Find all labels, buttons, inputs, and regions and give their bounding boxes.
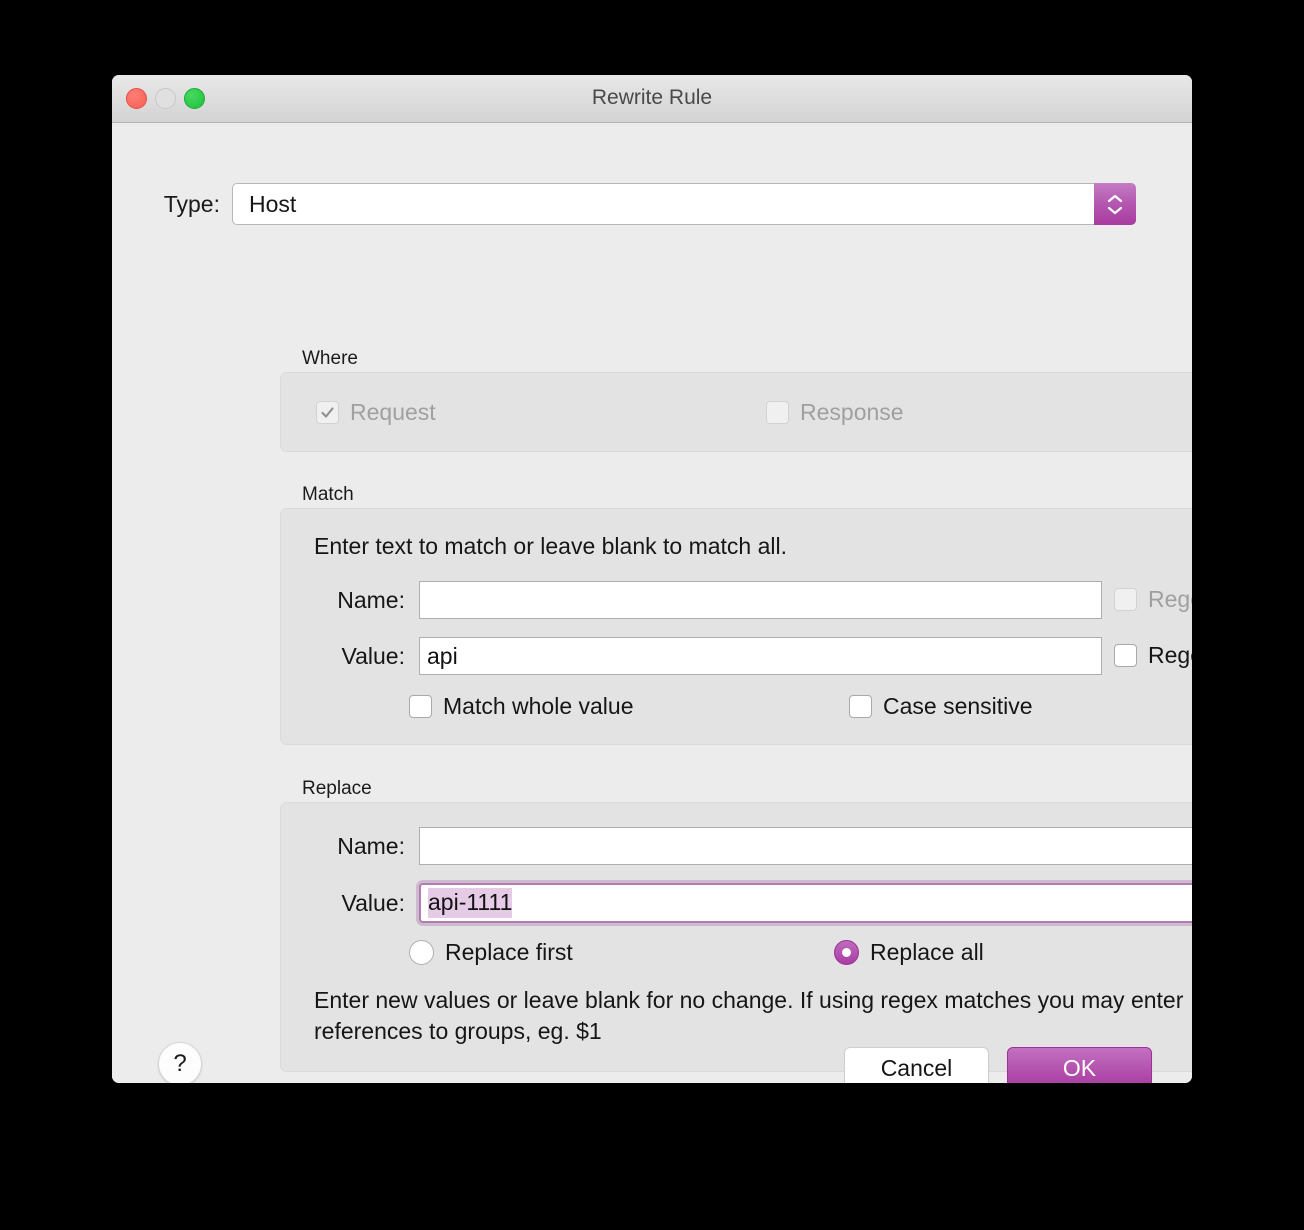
cancel-button[interactable]: Cancel (844, 1047, 989, 1083)
match-group-label: Match (302, 484, 354, 505)
radio-replace-all-label: Replace all (870, 939, 984, 965)
replace-name-input[interactable] (419, 827, 1192, 865)
radio-replace-all[interactable]: Replace all (834, 939, 984, 966)
match-group: Enter text to match or leave blank to ma… (280, 508, 1192, 745)
replace-hint-text: Enter new values or leave blank for no c… (314, 987, 1184, 1044)
replace-name-label: Name: (337, 832, 405, 859)
checkbox-response-label: Response (800, 398, 904, 425)
match-hint-text: Enter text to match or leave blank to ma… (314, 533, 788, 559)
dialog-body: Type: Host Where Request Response Match … (112, 123, 1192, 1083)
type-selected-value: Host (249, 190, 297, 217)
checkbox-request-label: Request (350, 398, 436, 425)
radio-selected-dot (842, 948, 851, 957)
where-options-row: Request Response (281, 373, 1192, 451)
title-bar: Rewrite Rule (112, 75, 1192, 123)
match-options-row: Match whole value Case sensitive (281, 693, 1192, 723)
type-dropdown[interactable]: Host (232, 183, 1136, 225)
help-button[interactable]: ? (158, 1042, 202, 1083)
checkbox-match-whole-value-label: Match whole value (443, 693, 634, 719)
checkbox-response-box (766, 400, 789, 424)
match-value-label: Value: (341, 642, 405, 669)
rewrite-rule-dialog: Rewrite Rule Type: Host Where Request Re… (112, 75, 1192, 1083)
checkbox-match-name-regex-box (1114, 588, 1137, 611)
checkbox-match-value-regex[interactable]: Regex (1114, 642, 1192, 669)
type-row: Type: Host (112, 183, 1192, 225)
replace-group: Name: Value: api-1111 Replace first Repl… (280, 802, 1192, 1072)
help-question-mark-icon: ? (173, 1050, 187, 1077)
window-title: Rewrite Rule (591, 86, 713, 109)
checkbox-match-whole-value[interactable]: Match whole value (409, 693, 634, 720)
replace-value-row: Value: api-1111 (314, 883, 1192, 923)
checkbox-case-sensitive-box[interactable] (849, 695, 872, 718)
chevron-up-icon (1107, 194, 1123, 202)
radio-replace-first[interactable]: Replace first (409, 939, 573, 966)
check-icon (321, 406, 334, 418)
checkbox-match-whole-value-box[interactable] (409, 695, 432, 718)
checkbox-response: Response (766, 399, 904, 426)
where-group: Request Response (280, 372, 1192, 452)
type-label: Type: (163, 190, 220, 217)
radio-replace-first-label: Replace first (445, 939, 573, 965)
checkbox-match-name-regex-label: Regex (1148, 586, 1192, 612)
checkbox-case-sensitive[interactable]: Case sensitive (849, 693, 1033, 720)
replace-name-row: Name: (314, 827, 1192, 865)
dialog-action-buttons: Cancel OK (844, 1047, 1152, 1083)
checkbox-case-sensitive-label: Case sensitive (883, 693, 1033, 719)
match-name-input[interactable] (419, 581, 1102, 619)
radio-replace-first-circle[interactable] (409, 940, 434, 965)
replace-value-selected-text: api-1111 (428, 888, 513, 918)
match-value-row: Value: api (314, 637, 1102, 675)
match-value-input[interactable]: api (419, 637, 1102, 675)
match-name-label: Name: (337, 586, 405, 613)
checkbox-request-box (316, 400, 339, 424)
replace-mode-row: Replace first Replace all (281, 939, 1192, 969)
checkbox-match-value-regex-label: Regex (1148, 642, 1192, 668)
replace-value-input[interactable]: api-1111 (419, 883, 1192, 923)
checkbox-match-name-regex: Regex (1114, 586, 1192, 613)
radio-replace-all-circle[interactable] (834, 940, 859, 965)
chevron-down-icon (1107, 206, 1123, 214)
checkbox-request: Request (316, 399, 436, 426)
dropdown-stepper[interactable] (1094, 183, 1136, 225)
ok-button[interactable]: OK (1007, 1047, 1152, 1083)
where-group-label: Where (302, 348, 358, 369)
match-name-row: Name: (314, 581, 1102, 619)
checkbox-match-value-regex-box[interactable] (1114, 644, 1137, 667)
replace-group-label: Replace (302, 778, 372, 799)
replace-value-label: Value: (341, 889, 405, 916)
